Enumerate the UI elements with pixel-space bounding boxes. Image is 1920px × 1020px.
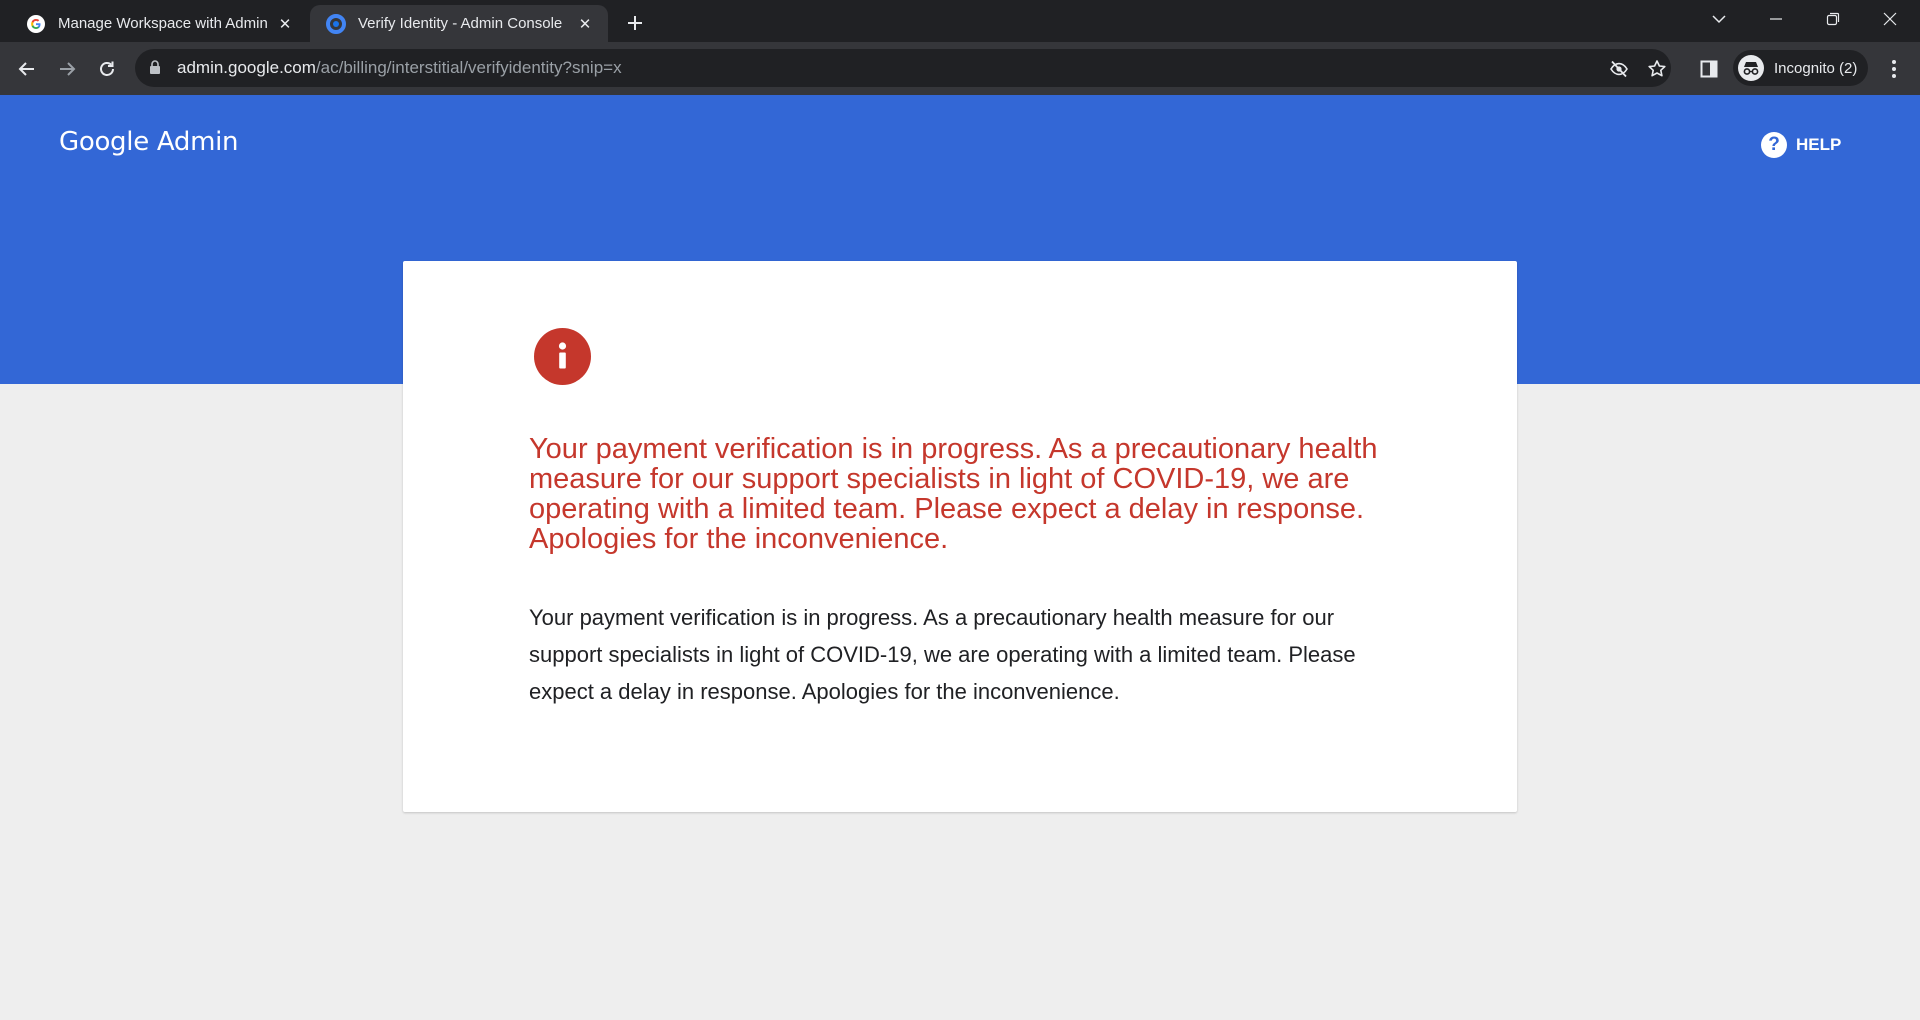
close-tab-icon[interactable]: ✕	[574, 13, 596, 35]
bookmark-star-icon[interactable]	[1645, 57, 1669, 81]
tab-title: Manage Workspace with Admin	[58, 15, 268, 32]
help-label: HELP	[1796, 135, 1842, 154]
incognito-icon	[1738, 55, 1764, 81]
address-bar[interactable]: admin.google.com/ac/billing/interstitial…	[135, 49, 1671, 87]
more-vert-icon[interactable]	[1878, 53, 1910, 85]
incognito-profile-button[interactable]: Incognito (2)	[1733, 50, 1868, 86]
restore-icon[interactable]	[1805, 0, 1861, 38]
close-tab-icon[interactable]: ✕	[274, 13, 296, 35]
tab-verify-identity[interactable]: Verify Identity - Admin Console ✕	[310, 5, 608, 42]
info-alert-icon	[534, 328, 591, 385]
help-question-icon: ?	[1761, 132, 1787, 158]
new-tab-plus-icon[interactable]	[620, 8, 650, 38]
tab-search-chevron-icon[interactable]	[1691, 0, 1747, 38]
notice-body: Your payment verification is in progress…	[529, 605, 1356, 704]
help-button[interactable]: ? HELP	[1761, 132, 1841, 158]
url-host: admin.google.com	[177, 58, 316, 77]
reload-icon[interactable]	[91, 53, 123, 85]
google-g-icon	[26, 14, 46, 34]
eye-slash-icon[interactable]	[1607, 57, 1631, 81]
admin-console-icon	[326, 13, 346, 34]
browser-toolbar: admin.google.com/ac/billing/interstitial…	[0, 42, 1920, 95]
minimize-icon[interactable]	[1748, 0, 1804, 38]
browser-tab-strip: Manage Workspace with Admin ✕ Verify Ide…	[0, 0, 1920, 42]
google-admin-logo[interactable]: Google Admin	[59, 127, 239, 157]
tab-manage-workspace[interactable]: Manage Workspace with Admin ✕	[10, 5, 308, 42]
forward-arrow-icon[interactable]	[51, 53, 83, 85]
side-panel-icon[interactable]	[1693, 53, 1725, 85]
url-path: /ac/billing/interstitial/verifyidentity?…	[315, 58, 622, 77]
verification-notice-card: Your payment verification is in progress…	[403, 261, 1517, 812]
lock-icon[interactable]	[149, 60, 161, 80]
tab-title: Verify Identity - Admin Console	[358, 15, 563, 32]
back-arrow-icon[interactable]	[11, 53, 43, 85]
profile-label: Incognito (2)	[1774, 59, 1858, 77]
url-text: admin.google.com/ac/billing/interstitial…	[177, 58, 622, 78]
notice-heading: Your payment verification is in progress…	[529, 433, 1378, 555]
close-window-icon[interactable]	[1862, 0, 1918, 38]
